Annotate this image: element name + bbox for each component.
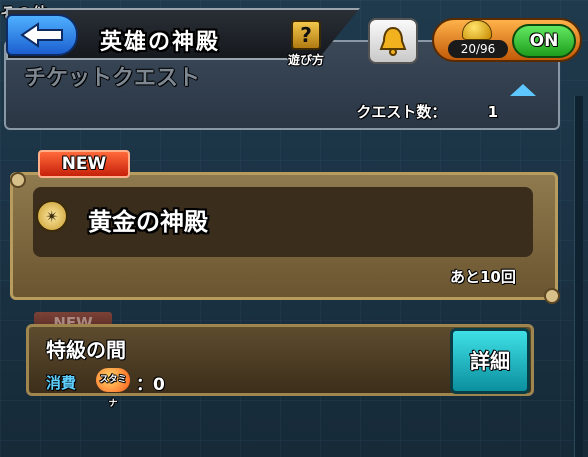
how-to-play-label: 遊び方	[287, 53, 324, 67]
scrollbar[interactable]	[574, 96, 583, 457]
compass-icon: ✴	[36, 200, 68, 232]
new-badge: NEW	[38, 150, 130, 178]
back-arrow-icon	[20, 22, 63, 48]
quest-count-value: 1	[487, 103, 498, 121]
cost-value: ：0	[136, 375, 165, 395]
back-button[interactable]	[6, 14, 78, 56]
bell-button[interactable]	[368, 18, 418, 64]
rivet-decoration	[544, 288, 560, 304]
collapse-arrow-icon[interactable]	[510, 84, 536, 96]
remaining-count: あと10回	[450, 268, 516, 286]
quest-count-label: クエスト数：	[356, 103, 447, 121]
auto-toggle-button[interactable]: ON	[512, 24, 576, 58]
stamina-icon: スタミナ	[96, 368, 130, 409]
stamina-helmet-icon	[462, 20, 492, 40]
page-title: 英雄の神殿	[100, 30, 221, 55]
quest-count: クエスト数： 1	[356, 101, 498, 122]
detail-button[interactable]: 詳細	[450, 328, 530, 394]
bell-icon	[379, 26, 407, 56]
cost-label: 消費	[46, 374, 77, 392]
question-mark-icon: ?	[291, 20, 321, 50]
golden-temple-title: 黄金の神殿	[88, 208, 208, 236]
header-bar: 英雄の神殿 ? 遊び方 20/96 ON	[0, 0, 588, 70]
how-to-play-button[interactable]: ? 遊び方	[283, 20, 329, 67]
rivet-decoration	[10, 172, 26, 188]
special-room-title: 特級の間	[46, 338, 126, 362]
stamina-count: 20/96	[448, 40, 508, 58]
